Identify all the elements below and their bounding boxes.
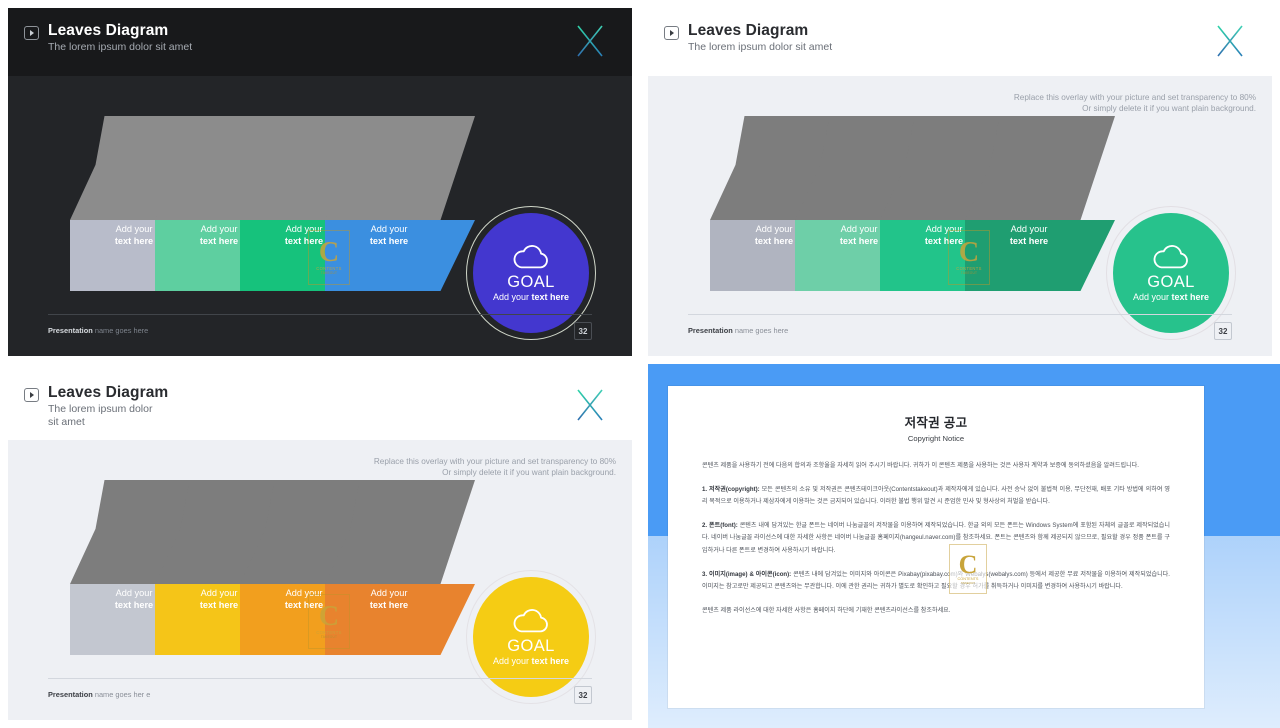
contents-takeout-watermark: C CONTENTS TAKEOUT (948, 230, 990, 285)
copyright-paragraph: 3. 이미지(image) & 아이콘(icon): 콘텐츠 내에 담겨있는 이… (702, 569, 1170, 594)
goal-label: GOAL (507, 272, 555, 291)
footer-bold: Presentation (688, 326, 733, 335)
chevron-top (325, 116, 475, 220)
goal-sub-normal: Add your (492, 291, 532, 302)
footer-text: Presentation name goes her e (48, 690, 188, 700)
paragraph-text: 모든 콘텐츠의 소유 및 저작권은 콘텐츠테이크아웃(Contentstakeo… (702, 485, 1170, 506)
chevron-group: Add your text here Add your text here Ad… (70, 116, 490, 291)
slide-header-1: Leaves Diagram The lorem ipsum dolor sit… (8, 8, 632, 76)
play-icon (664, 26, 679, 40)
slide-cell-2[interactable]: Leaves Diagram The lorem ipsum dolor sit… (640, 0, 1280, 364)
chevron-top (325, 480, 475, 584)
x-logo-icon (1213, 24, 1247, 63)
goal-sub-bold: text here (1171, 291, 1210, 302)
copyright-paragraph: 2. 폰트(font): 콘텐츠 내에 담겨있는 한글 폰트는 네이버 나눔글꼴… (702, 520, 1170, 558)
contents-takeout-watermark: C CONTENTS TAKEOUT (308, 594, 350, 649)
leaves-diagram-3: Add your text here Add your text here Ad… (8, 440, 632, 704)
slide-title: Leaves Diagram (48, 22, 169, 39)
chevron-group: Add your text here Add your text here Ad… (70, 480, 490, 655)
slide-footer-2: Presentation name goes here 32 (648, 304, 1272, 356)
cloud-icon (513, 244, 548, 268)
goal-sub-bold: text here (531, 291, 570, 302)
contents-takeout-watermark: C CONTENTS TAKEOUT (949, 544, 987, 594)
watermark-line2: TAKEOUT (320, 635, 338, 639)
footer-normal: name goes her e (92, 690, 151, 699)
slide-title: Leaves Diagram (688, 22, 809, 39)
copyright-paragraph: 1. 저작권(copyright): 모든 콘텐츠의 소유 및 저작권은 콘텐츠… (702, 484, 1170, 509)
slide-cell-4[interactable]: 저작권 공고 Copyright Notice 콘텐츠 제품을 사용하기 전에 … (640, 364, 1280, 728)
footer-bold: Presentation (48, 690, 93, 699)
paragraph-text: 콘텐츠 제품 라이선스에 대한 자세한 사항은 홈페이지 하단에 기재한 콘텐츠… (702, 606, 951, 614)
paragraph-lead: 2. 폰트(font): (702, 521, 740, 529)
footer-text: Presentation name goes here (48, 326, 188, 336)
slide-footer-1: Presentation name goes here 32 (8, 304, 632, 356)
page-number: 32 (574, 686, 592, 704)
play-icon (24, 26, 39, 40)
play-icon (24, 388, 39, 402)
cloud-icon (1153, 244, 1188, 268)
slide-subtitle: The lorem ipsum dolor sit amet (688, 41, 833, 53)
watermark-letter: C (958, 237, 980, 268)
paragraph-lead: 1. 저작권(copyright): (702, 485, 762, 493)
footer-normal: name goes here (732, 326, 789, 335)
copyright-notice-panel: 저작권 공고 Copyright Notice 콘텐츠 제품을 사용하기 전에 … (668, 386, 1204, 708)
goal-label: GOAL (507, 636, 555, 655)
slide-header-3: Leaves Diagram The lorem ipsum dolor sit… (8, 372, 632, 440)
watermark-letter: C (318, 237, 340, 268)
slide-thumbnail-grid: Leaves Diagram The lorem ipsum dolor sit… (0, 0, 1280, 728)
copyright-subtitle: Copyright Notice (907, 434, 965, 443)
watermark-letter: C (958, 550, 978, 579)
slide-orange[interactable]: Leaves Diagram The lorem ipsum dolor sit… (8, 372, 632, 720)
page-number: 32 (574, 322, 592, 340)
goal-sub-normal: Add your (1132, 291, 1172, 302)
goal-sublabel: Add your text here (493, 656, 569, 667)
slide-subtitle: The lorem ipsum dolor sit amet (48, 403, 153, 428)
slide-dark[interactable]: Leaves Diagram The lorem ipsum dolor sit… (8, 8, 632, 356)
footer-normal: name goes here (92, 326, 149, 335)
footer-divider (48, 314, 592, 315)
slide-cell-3[interactable]: Leaves Diagram The lorem ipsum dolor sit… (0, 364, 640, 728)
paragraph-text: 콘텐츠 제품을 사용하기 전에 다음의 합의과 조항율을 자세히 읽어 주시기 … (702, 462, 1139, 469)
footer-text: Presentation name goes here (688, 326, 828, 336)
contents-takeout-watermark: C CONTENTS TAKEOUT (308, 230, 350, 285)
goal-sub-bold: text here (531, 655, 570, 666)
slide-subtitle: The lorem ipsum dolor sit amet (48, 41, 193, 53)
footer-divider (688, 314, 1232, 315)
watermark-line2: TAKEOUT (960, 271, 978, 275)
watermark-line2: TAKEOUT (961, 581, 975, 585)
footer-divider (48, 678, 592, 679)
copyright-paragraph: 콘텐츠 제품 라이선스에 대한 자세한 사항은 홈페이지 하단에 기재한 콘텐츠… (702, 605, 1170, 618)
page-number: 32 (1214, 322, 1232, 340)
goal-label: GOAL (1147, 272, 1195, 291)
copyright-paragraph: 콘텐츠 제품을 사용하기 전에 다음의 합의과 조항율을 자세히 읽어 주시기 … (702, 460, 1170, 473)
slide-green[interactable]: Leaves Diagram The lorem ipsum dolor sit… (648, 8, 1272, 356)
slide-title: Leaves Diagram (48, 384, 169, 401)
x-logo-icon (573, 24, 607, 63)
goal-sublabel: Add your text here (1133, 292, 1209, 303)
goal-sublabel: Add your text here (493, 292, 569, 303)
copyright-body: 콘텐츠 제품을 사용하기 전에 다음의 합의과 조항율을 자세히 읽어 주시기 … (702, 460, 1170, 617)
slide-header-2: Leaves Diagram The lorem ipsum dolor sit… (648, 8, 1272, 76)
copyright-title: 저작권 공고 (904, 416, 968, 430)
leaves-diagram-1: Add your text here Add your text here Ad… (8, 76, 632, 340)
paragraph-text: 콘텐츠 내에 담겨있는 한글 폰트는 네이버 나눔글꼴의 저작물을 이용하여 제… (702, 521, 1170, 554)
slide-footer-3: Presentation name goes her e 32 (8, 668, 632, 720)
watermark-letter: C (318, 601, 340, 632)
watermark-line2: TAKEOUT (320, 271, 338, 275)
cloud-icon (513, 608, 548, 632)
leaves-diagram-2: Add your text here Add your text here Ad… (648, 76, 1272, 340)
footer-bold: Presentation (48, 326, 93, 335)
chevron-group: Add your text here Add your text here Ad… (710, 116, 1130, 291)
paragraph-lead: 3. 이미지(image) & 아이콘(icon): (702, 570, 794, 578)
slide-cell-1[interactable]: Leaves Diagram The lorem ipsum dolor sit… (0, 0, 640, 364)
x-logo-icon (573, 388, 607, 427)
chevron-top (965, 116, 1115, 220)
goal-sub-normal: Add your (492, 655, 532, 666)
